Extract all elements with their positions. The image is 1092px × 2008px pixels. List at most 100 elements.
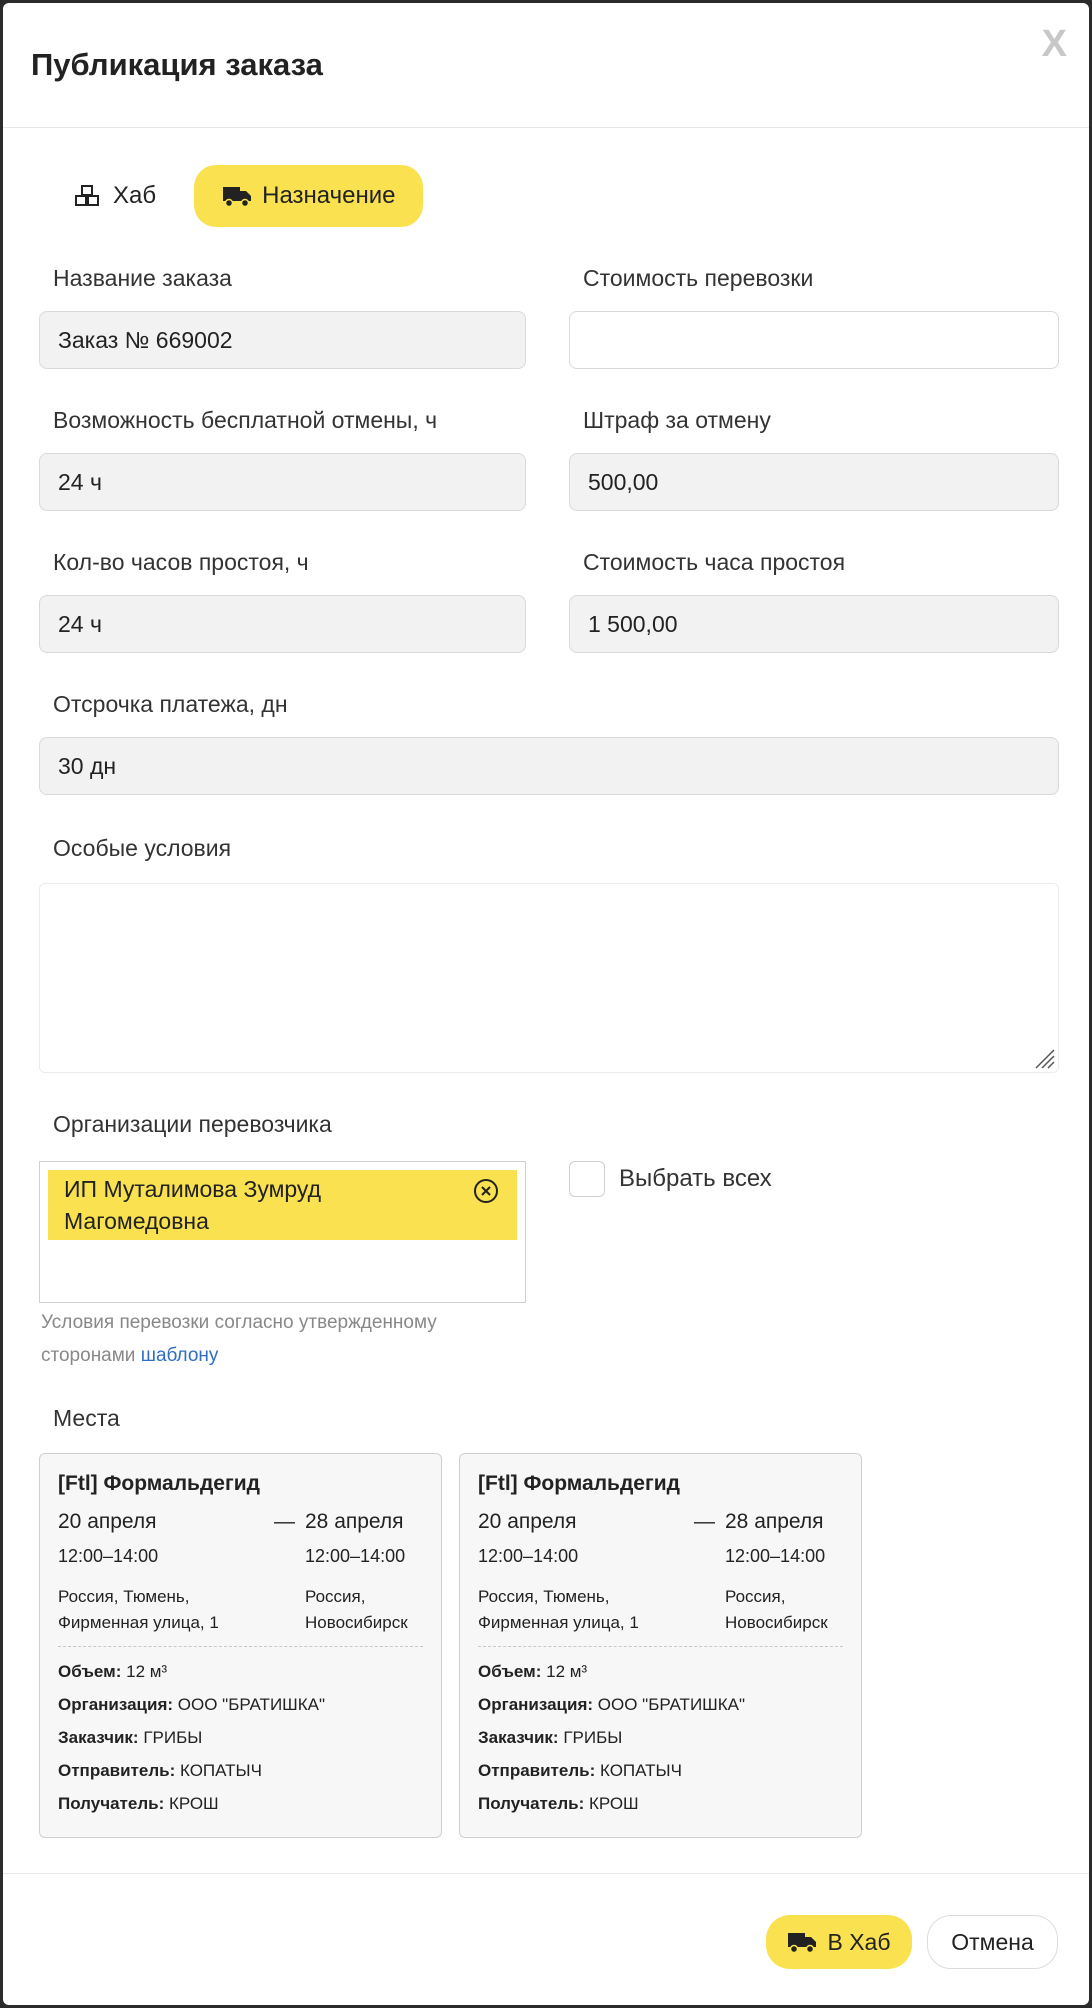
- free-cancel-label: Возможность бесплатной отмены, ч: [53, 407, 438, 433]
- from-address-line-1: Россия, Тюмень,: [58, 1587, 190, 1606]
- to-date: 28 апреля: [725, 1510, 824, 1533]
- sender-label: Отправитель:: [58, 1761, 176, 1780]
- tab-assignment[interactable]: Назначение: [194, 165, 424, 227]
- from-address-line-2: Фирменная улица, 1: [58, 1613, 219, 1632]
- sender-row: Отправитель: КОПАТЫЧ: [58, 1754, 423, 1787]
- to-hub-button[interactable]: В Хаб: [766, 1915, 912, 1969]
- receiver-label: Получатель:: [478, 1794, 585, 1813]
- to-time: 12:00–14:00: [725, 1546, 826, 1566]
- tab-hub[interactable]: Хаб: [53, 165, 176, 227]
- to-address-line-2: Новосибирск: [305, 1613, 408, 1632]
- to-col: 28 апреля 12:00–14:00: [305, 1510, 405, 1567]
- to-address: Россия, Новосибирск: [305, 1584, 435, 1636]
- truck-icon: [788, 1933, 817, 1954]
- cancel-button[interactable]: Отмена: [927, 1915, 1058, 1969]
- order-name-label: Название заказа: [53, 265, 232, 291]
- from-col: 20 апреля 12:00–14:00: [58, 1510, 158, 1567]
- receiver-row: Получатель: КРОШ: [478, 1787, 843, 1820]
- to-address: Россия, Новосибирск: [725, 1584, 855, 1636]
- place-card: [Ftl] Формальдегид 20 апреля 12:00–14:00…: [459, 1453, 862, 1838]
- customer-row: Заказчик: ГРИБЫ: [58, 1721, 423, 1754]
- to-address-line-1: Россия,: [305, 1587, 366, 1606]
- template-link[interactable]: шаблону: [141, 1345, 219, 1366]
- cancel-penalty-label: Штраф за отмену: [583, 407, 771, 433]
- truck-icon: [223, 187, 252, 208]
- terms-hint-text: Условия перевозки согласно утвержденному…: [41, 1312, 437, 1366]
- place-card-title: [Ftl] Формальдегид: [58, 1472, 260, 1495]
- volume-row: Объем: 12 м³: [478, 1655, 843, 1688]
- special-conditions-textarea[interactable]: [39, 883, 1059, 1073]
- tabs: Хаб Назначение: [53, 165, 424, 227]
- customer-row: Заказчик: ГРИБЫ: [478, 1721, 843, 1754]
- address-row: Россия, Тюмень, Фирменная улица, 1 Росси…: [478, 1584, 843, 1642]
- order-name-input[interactable]: Заказ № 669002: [39, 311, 526, 369]
- place-card: [Ftl] Формальдегид 20 апреля 12:00–14:00…: [39, 1453, 442, 1838]
- to-col: 28 апреля 12:00–14:00: [725, 1510, 825, 1567]
- transport-cost-label: Стоимость перевозки: [583, 265, 814, 291]
- organization-row: Организация: ООО "БРАТИШКА": [478, 1688, 843, 1721]
- place-card-title: [Ftl] Формальдегид: [478, 1472, 680, 1495]
- transport-cost-input[interactable]: [569, 311, 1059, 369]
- tab-assignment-label: Назначение: [262, 182, 396, 209]
- customer-label: Заказчик:: [58, 1728, 139, 1747]
- publish-order-modal: Публикация заказа X Хаб Назначение Назва…: [3, 3, 1089, 2005]
- to-hub-label: В Хаб: [827, 1928, 891, 1955]
- payment-delay-input[interactable]: 30 дн: [39, 737, 1059, 795]
- resize-handle-icon[interactable]: [1032, 1046, 1056, 1070]
- from-date: 20 апреля: [478, 1510, 577, 1533]
- to-date: 28 апреля: [305, 1510, 404, 1533]
- special-conditions-label: Особые условия: [53, 835, 232, 861]
- select-all-label: Выбрать всех: [619, 1165, 772, 1192]
- org-tag-line-2: Магомедовна: [64, 1208, 209, 1234]
- boxes-icon: [75, 185, 99, 206]
- receiver-value: КРОШ: [588, 1794, 639, 1813]
- close-button[interactable]: X: [1042, 23, 1067, 66]
- remove-tag-icon[interactable]: [473, 1178, 499, 1204]
- organization-row: Организация: ООО "БРАТИШКА": [58, 1688, 423, 1721]
- from-time: 12:00–14:00: [58, 1546, 159, 1566]
- select-all-toggle[interactable]: Выбрать всех: [569, 1161, 772, 1197]
- payment-delay-label: Отсрочка платежа, дн: [53, 691, 288, 717]
- sender-value: КОПАТЫЧ: [599, 1761, 682, 1780]
- place-card-dates: 20 апреля 12:00–14:00 — 28 апреля 12:00–…: [478, 1510, 843, 1580]
- receiver-value: КРОШ: [168, 1794, 219, 1813]
- idle-hour-cost-label: Стоимость часа простоя: [583, 549, 846, 575]
- org-tag: ИП Муталимова Зумруд Магомедовна: [48, 1170, 517, 1240]
- terms-hint: Условия перевозки согласно утвержденному…: [41, 1306, 511, 1372]
- organization-label: Организация:: [58, 1695, 174, 1714]
- free-cancel-input[interactable]: 24 ч: [39, 453, 526, 511]
- customer-value: ГРИБЫ: [563, 1728, 623, 1747]
- date-dash: —: [694, 1510, 715, 1533]
- volume-value: 12 м³: [126, 1662, 168, 1681]
- sender-row: Отправитель: КОПАТЫЧ: [478, 1754, 843, 1787]
- idle-hour-cost-input[interactable]: 1 500,00: [569, 595, 1059, 653]
- select-all-checkbox[interactable]: [569, 1161, 605, 1197]
- customer-value: ГРИБЫ: [143, 1728, 203, 1747]
- idle-hours-input[interactable]: 24 ч: [39, 595, 526, 653]
- modal-header: Публикация заказа X: [3, 3, 1089, 128]
- cancel-penalty-input[interactable]: 500,00: [569, 453, 1059, 511]
- card-separator: [478, 1646, 843, 1647]
- from-date: 20 апреля: [58, 1510, 157, 1533]
- sender-label: Отправитель:: [478, 1761, 596, 1780]
- to-address-line-1: Россия,: [725, 1587, 786, 1606]
- to-time: 12:00–14:00: [305, 1546, 406, 1566]
- carrier-orgs-multiselect[interactable]: ИП Муталимова Зумруд Магомедовна: [39, 1161, 526, 1303]
- idle-hours-label: Кол-во часов простоя, ч: [53, 549, 309, 575]
- receiver-row: Получатель: КРОШ: [58, 1787, 423, 1820]
- volume-value: 12 м³: [546, 1662, 588, 1681]
- organization-label: Организация:: [478, 1695, 594, 1714]
- date-dash: —: [274, 1510, 295, 1533]
- organization-value: ООО "БРАТИШКА": [597, 1695, 746, 1714]
- from-address: Россия, Тюмень, Фирменная улица, 1: [58, 1584, 298, 1636]
- places-title: Места: [53, 1405, 120, 1431]
- from-address-line-1: Россия, Тюмень,: [478, 1587, 610, 1606]
- volume-row: Объем: 12 м³: [58, 1655, 423, 1688]
- from-address: Россия, Тюмень, Фирменная улица, 1: [478, 1584, 718, 1636]
- from-time: 12:00–14:00: [478, 1546, 579, 1566]
- sender-value: КОПАТЫЧ: [179, 1761, 262, 1780]
- organization-value: ООО "БРАТИШКА": [177, 1695, 326, 1714]
- volume-label: Объем:: [478, 1662, 542, 1681]
- place-card-dates: 20 апреля 12:00–14:00 — 28 апреля 12:00–…: [58, 1510, 423, 1580]
- to-address-line-2: Новосибирск: [725, 1613, 828, 1632]
